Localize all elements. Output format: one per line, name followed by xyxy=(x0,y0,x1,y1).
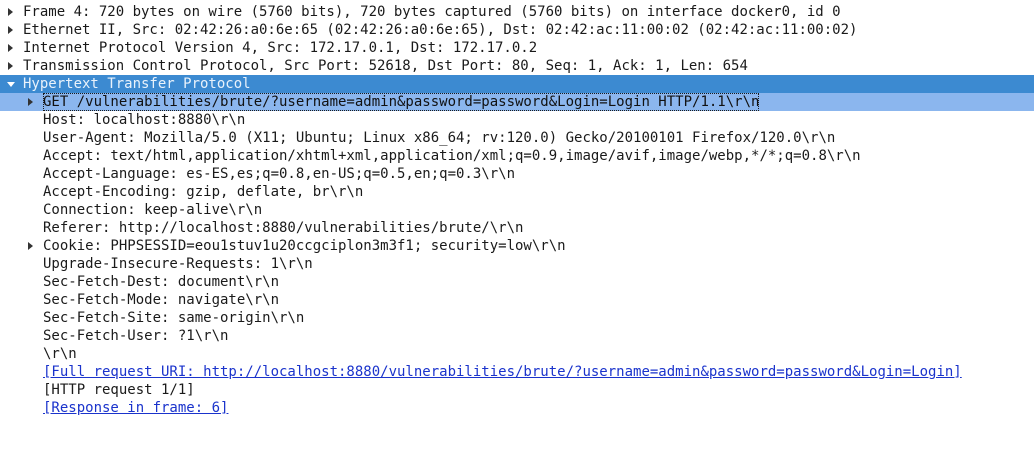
tree-item-label: Ethernet II, Src: 02:42:26:a0:6e:65 (02:… xyxy=(23,22,858,38)
tree-item-frame[interactable]: Frame 4: 720 bytes on wire (5760 bits), … xyxy=(0,3,1034,21)
tree-item-label: Sec-Fetch-Dest: document\r\n xyxy=(43,274,280,290)
tree-item-referer[interactable]: Referer: http://localhost:8880/vulnerabi… xyxy=(0,219,1034,237)
tree-item-label: Sec-Fetch-User: ?1\r\n xyxy=(43,328,229,344)
chevron-right-icon[interactable] xyxy=(5,57,17,75)
chevron-right-icon[interactable] xyxy=(5,3,17,21)
tree-item-crlf[interactable]: \r\n xyxy=(0,345,1034,363)
chevron-right-icon[interactable] xyxy=(25,237,37,255)
chevron-right-icon[interactable] xyxy=(25,93,37,111)
response-in-frame-link[interactable]: [Response in frame: 6] xyxy=(43,399,228,417)
tree-item-host[interactable]: Host: localhost:8880\r\n xyxy=(0,111,1034,129)
tree-item-accept[interactable]: Accept: text/html,application/xhtml+xml,… xyxy=(0,147,1034,165)
chevron-right-icon[interactable] xyxy=(5,21,17,39)
tree-item-label: Host: localhost:8880\r\n xyxy=(43,112,246,128)
chevron-down-icon[interactable] xyxy=(5,75,17,93)
tree-item-label: Cookie: PHPSESSID=eou1stuv1u20ccgciplon3… xyxy=(43,238,566,254)
tree-item-cookie[interactable]: Cookie: PHPSESSID=eou1stuv1u20ccgciplon3… xyxy=(0,237,1034,255)
tree-item-label: Connection: keep-alive\r\n xyxy=(43,202,263,218)
packet-details-tree: Frame 4: 720 bytes on wire (5760 bits), … xyxy=(0,0,1034,417)
tree-item-label: GET /vulnerabilities/brute/?username=adm… xyxy=(43,93,760,111)
tree-item-full-request-uri[interactable]: [Full request URI: http://localhost:8880… xyxy=(0,363,1034,381)
tree-item-label: Transmission Control Protocol, Src Port:… xyxy=(23,58,748,74)
tree-item-label: \r\n xyxy=(43,346,77,362)
tree-item-sec-fetch-user[interactable]: Sec-Fetch-User: ?1\r\n xyxy=(0,327,1034,345)
tree-item-http[interactable]: Hypertext Transfer Protocol xyxy=(0,75,1034,93)
tree-item-http-request-count[interactable]: [HTTP request 1/1] xyxy=(0,381,1034,399)
full-request-uri-link[interactable]: [Full request URI: http://localhost:8880… xyxy=(43,363,962,381)
tree-item-sec-fetch-mode[interactable]: Sec-Fetch-Mode: navigate\r\n xyxy=(0,291,1034,309)
tree-item-label: Accept: text/html,application/xhtml+xml,… xyxy=(43,148,861,164)
tree-item-label: Frame 4: 720 bytes on wire (5760 bits), … xyxy=(23,4,841,20)
tree-item-label: [HTTP request 1/1] xyxy=(43,382,195,398)
tree-item-ipv4[interactable]: Internet Protocol Version 4, Src: 172.17… xyxy=(0,39,1034,57)
tree-item-accept-language[interactable]: Accept-Language: es-ES,es;q=0.8,en-US;q=… xyxy=(0,165,1034,183)
tree-item-ethernet[interactable]: Ethernet II, Src: 02:42:26:a0:6e:65 (02:… xyxy=(0,21,1034,39)
tree-item-accept-encoding[interactable]: Accept-Encoding: gzip, deflate, br\r\n xyxy=(0,183,1034,201)
tree-item-label: Upgrade-Insecure-Requests: 1\r\n xyxy=(43,256,313,272)
tree-item-upgrade-insecure-requests[interactable]: Upgrade-Insecure-Requests: 1\r\n xyxy=(0,255,1034,273)
tree-item-label: Hypertext Transfer Protocol xyxy=(23,76,251,92)
tree-item-label: Accept-Encoding: gzip, deflate, br\r\n xyxy=(43,184,364,200)
tree-item-label: Referer: http://localhost:8880/vulnerabi… xyxy=(43,220,524,236)
tree-item-label: Accept-Language: es-ES,es;q=0.8,en-US;q=… xyxy=(43,166,516,182)
tree-item-label: User-Agent: Mozilla/5.0 (X11; Ubuntu; Li… xyxy=(43,130,836,146)
tree-item-response-in-frame[interactable]: [Response in frame: 6] xyxy=(0,399,1034,417)
tree-item-user-agent[interactable]: User-Agent: Mozilla/5.0 (X11; Ubuntu; Li… xyxy=(0,129,1034,147)
chevron-right-icon[interactable] xyxy=(5,39,17,57)
tree-item-label: Sec-Fetch-Site: same-origin\r\n xyxy=(43,310,305,326)
tree-item-request-line[interactable]: GET /vulnerabilities/brute/?username=adm… xyxy=(0,93,1034,111)
tree-item-sec-fetch-site[interactable]: Sec-Fetch-Site: same-origin\r\n xyxy=(0,309,1034,327)
tree-item-label: Internet Protocol Version 4, Src: 172.17… xyxy=(23,40,538,56)
tree-item-tcp[interactable]: Transmission Control Protocol, Src Port:… xyxy=(0,57,1034,75)
tree-item-connection[interactable]: Connection: keep-alive\r\n xyxy=(0,201,1034,219)
tree-item-sec-fetch-dest[interactable]: Sec-Fetch-Dest: document\r\n xyxy=(0,273,1034,291)
tree-item-label: Sec-Fetch-Mode: navigate\r\n xyxy=(43,292,280,308)
